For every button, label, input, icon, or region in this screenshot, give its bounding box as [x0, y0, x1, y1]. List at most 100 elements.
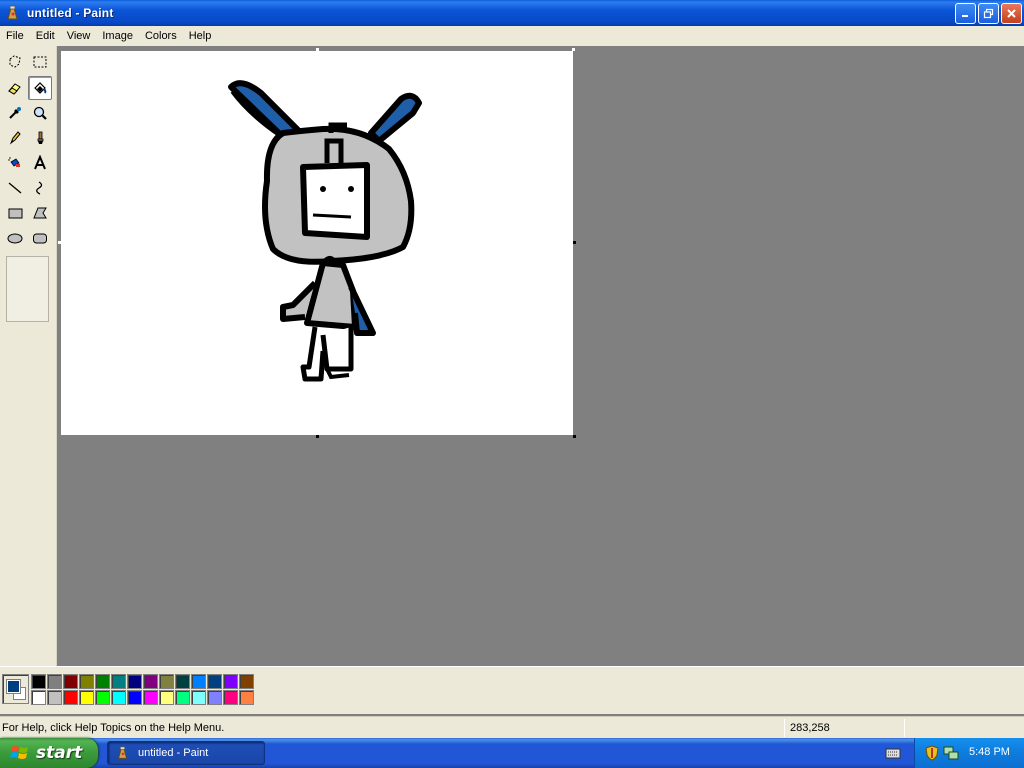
- palette-color-swatch[interactable]: [127, 690, 142, 705]
- palette-color-swatch[interactable]: [63, 674, 78, 689]
- palette-color-swatch[interactable]: [175, 690, 190, 705]
- canvas-resize-handle[interactable]: [316, 48, 319, 51]
- ellipse-tool[interactable]: [3, 226, 27, 250]
- palette-color-swatch[interactable]: [239, 674, 254, 689]
- palette-color-swatch[interactable]: [159, 674, 174, 689]
- start-button[interactable]: start: [0, 738, 98, 768]
- airbrush-tool[interactable]: [3, 151, 27, 175]
- text-tool[interactable]: [28, 151, 52, 175]
- palette-color-swatch[interactable]: [239, 690, 254, 705]
- rectangle-icon: [8, 208, 23, 219]
- current-colors: [2, 674, 29, 704]
- palette-color-swatch[interactable]: [79, 690, 94, 705]
- foreground-color-swatch: [6, 679, 21, 694]
- palette-color-swatch[interactable]: [223, 674, 238, 689]
- taskbar: start untitled - Paint 5:48 PM: [0, 738, 1024, 768]
- keyboard-icon[interactable]: [885, 746, 901, 763]
- palette-color-swatch[interactable]: [127, 674, 142, 689]
- palette-color-swatch[interactable]: [47, 690, 62, 705]
- palette-color-swatch[interactable]: [175, 674, 190, 689]
- tool-box: [0, 46, 57, 666]
- paint-bucket-icon: [34, 82, 47, 94]
- palette-color-swatch[interactable]: [31, 674, 46, 689]
- status-separator: [904, 719, 905, 737]
- eraser-icon: [8, 83, 21, 95]
- cursor-coordinates: 283,258: [790, 722, 830, 734]
- palette-color-swatch[interactable]: [79, 674, 94, 689]
- canvas-resize-handle[interactable]: [572, 48, 575, 51]
- menu-colors[interactable]: Colors: [139, 26, 183, 46]
- system-tray: 5:48 PM: [914, 738, 1024, 768]
- free-form-select-icon: [9, 55, 21, 68]
- menu-view[interactable]: View: [61, 26, 97, 46]
- status-bar: For Help, click Help Topics on the Help …: [0, 716, 1024, 738]
- text-icon: [34, 155, 46, 170]
- rounded-rectangle-tool[interactable]: [28, 226, 52, 250]
- eyedropper-icon: [9, 107, 21, 119]
- paint-app-icon: [118, 746, 128, 759]
- ellipse-icon: [7, 233, 23, 244]
- curve-tool[interactable]: [28, 176, 52, 200]
- polygon-tool[interactable]: [28, 201, 52, 225]
- canvas-resize-handle[interactable]: [573, 241, 576, 244]
- start-label: start: [36, 743, 83, 763]
- network-icon[interactable]: [943, 745, 959, 764]
- restore-button[interactable]: [978, 3, 999, 24]
- minimize-button[interactable]: [955, 3, 976, 24]
- paint-app-icon[interactable]: [5, 5, 21, 21]
- palette-color-swatch[interactable]: [223, 690, 238, 705]
- palette-color-swatch[interactable]: [143, 674, 158, 689]
- status-help-text: For Help, click Help Topics on the Help …: [2, 722, 225, 734]
- palette-color-swatch[interactable]: [191, 690, 206, 705]
- canvas-resize-handle[interactable]: [58, 241, 61, 244]
- canvas-resize-handle[interactable]: [316, 435, 319, 438]
- windows-logo-icon: [10, 746, 28, 759]
- menu-image[interactable]: Image: [96, 26, 139, 46]
- rectangle-select-icon: [33, 56, 47, 68]
- drawing-canvas[interactable]: [58, 48, 576, 438]
- desktop-screen: untitled - Paint File Edit View Image Co…: [0, 0, 1024, 768]
- close-button[interactable]: [1001, 3, 1022, 24]
- title-bar[interactable]: untitled - Paint: [0, 0, 1024, 26]
- curve-icon: [36, 181, 43, 195]
- color-palette: [31, 674, 254, 705]
- pick-color-tool[interactable]: [3, 101, 27, 125]
- tool-options-box[interactable]: [6, 256, 49, 322]
- palette-color-swatch[interactable]: [95, 674, 110, 689]
- palette-color-swatch[interactable]: [143, 690, 158, 705]
- palette-color-swatch[interactable]: [207, 674, 222, 689]
- line-icon: [8, 182, 22, 194]
- window-title: untitled - Paint: [27, 6, 114, 20]
- rectangle-select-tool[interactable]: [28, 50, 52, 74]
- rectangle-tool[interactable]: [3, 201, 27, 225]
- menu-bar: File Edit View Image Colors Help: [0, 26, 1024, 46]
- palette-color-swatch[interactable]: [31, 690, 46, 705]
- taskbar-clock[interactable]: 5:48 PM: [969, 746, 1010, 758]
- taskbar-item-paint[interactable]: untitled - Paint: [107, 741, 265, 765]
- status-separator: [784, 719, 785, 737]
- palette-color-swatch[interactable]: [111, 690, 126, 705]
- color-box: [0, 666, 1024, 714]
- canvas-area[interactable]: [58, 46, 1024, 666]
- polygon-icon: [33, 207, 47, 219]
- pencil-tool[interactable]: [3, 126, 27, 150]
- palette-color-swatch[interactable]: [95, 690, 110, 705]
- free-form-select-tool[interactable]: [3, 50, 27, 74]
- palette-color-swatch[interactable]: [207, 690, 222, 705]
- drawing-rabbit-robot: [228, 80, 422, 382]
- menu-edit[interactable]: Edit: [30, 26, 61, 46]
- menu-help[interactable]: Help: [183, 26, 218, 46]
- palette-color-swatch[interactable]: [63, 690, 78, 705]
- eraser-tool[interactable]: [3, 76, 27, 100]
- palette-color-swatch[interactable]: [191, 674, 206, 689]
- palette-color-swatch[interactable]: [159, 690, 174, 705]
- menu-file[interactable]: File: [0, 26, 30, 46]
- palette-color-swatch[interactable]: [47, 674, 62, 689]
- magnifier-tool[interactable]: [28, 101, 52, 125]
- brush-tool[interactable]: [28, 126, 52, 150]
- security-shield-icon[interactable]: [925, 745, 939, 764]
- line-tool[interactable]: [3, 176, 27, 200]
- fill-with-color-tool[interactable]: [28, 76, 52, 100]
- palette-color-swatch[interactable]: [111, 674, 126, 689]
- canvas-resize-handle[interactable]: [573, 435, 576, 438]
